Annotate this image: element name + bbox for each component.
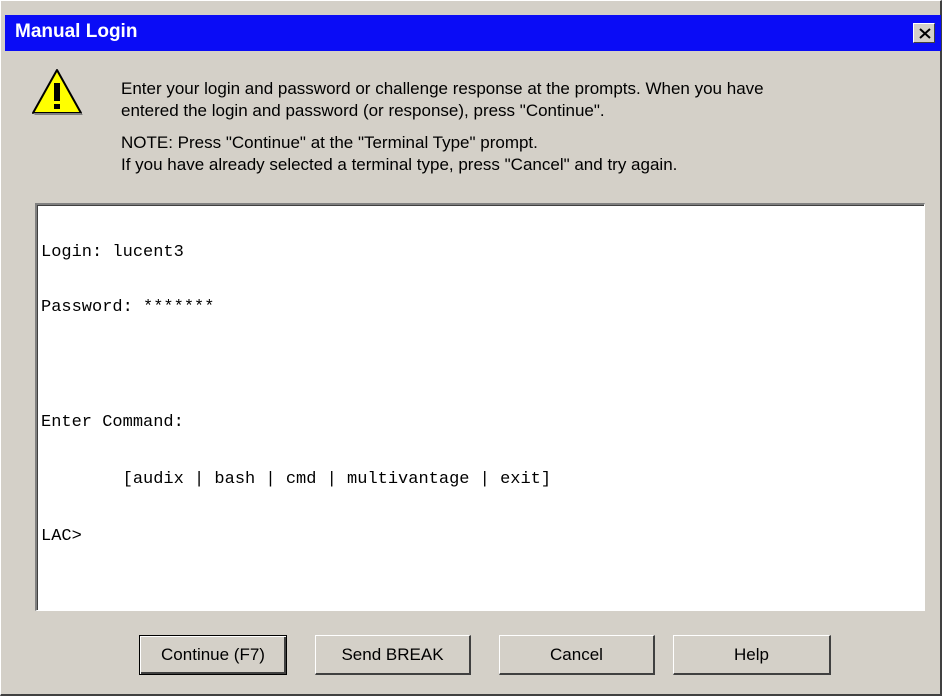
close-x-icon <box>919 28 931 39</box>
title-bar[interactable]: Manual Login <box>5 15 941 51</box>
terminal-line-password: Password: ******* <box>41 298 215 317</box>
terminal-line-enter-command: Enter Command: <box>41 413 184 432</box>
terminal-line-command-options: [audix | bash | cmd | multivantage | exi… <box>41 470 552 489</box>
terminal-line-login: Login: lucent3 <box>41 243 184 262</box>
window-title: Manual Login <box>15 21 138 42</box>
note-line-2: If you have already selected a terminal … <box>121 155 678 174</box>
instruction-line-1: Enter your login and password or challen… <box>121 79 764 98</box>
help-button[interactable]: Help <box>673 635 831 675</box>
terminal-window[interactable]: Login: lucent3 Password: ******* Enter C… <box>35 203 925 611</box>
terminal-line-prompt: LAC> <box>41 527 82 546</box>
send-break-button[interactable]: Send BREAK <box>315 635 471 675</box>
note-line-1: NOTE: Press "Continue" at the "Terminal … <box>121 133 538 152</box>
continue-button[interactable]: Continue (F7) <box>139 635 287 675</box>
instruction-line-2: entered the login and password (or respo… <box>121 101 605 120</box>
close-button[interactable] <box>913 23 935 43</box>
warning-icon <box>32 69 83 115</box>
manual-login-dialog: Manual Login Enter your login and passwo… <box>0 0 942 696</box>
cancel-button[interactable]: Cancel <box>499 635 655 675</box>
